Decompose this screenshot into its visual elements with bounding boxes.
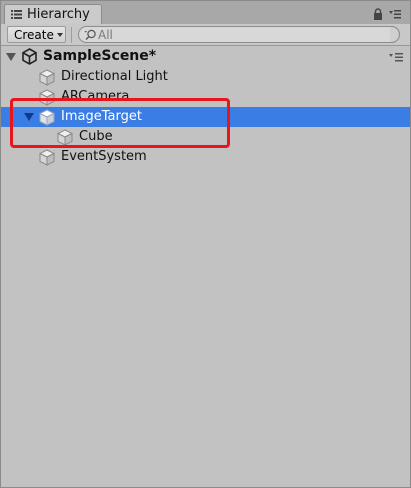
- tab-strip: Hierarchy: [1, 1, 410, 25]
- gameobject-cube-icon: [39, 149, 55, 166]
- lock-icon[interactable]: [373, 8, 383, 20]
- unity-logo-icon: [22, 48, 37, 65]
- toolbar-divider: [71, 27, 72, 43]
- hierarchy-toolbar: Create: [1, 24, 410, 46]
- hierarchy-item-label: Directional Light: [61, 69, 168, 84]
- expand-arrow-icon[interactable]: [6, 53, 16, 61]
- hierarchy-item-directional-light[interactable]: Directional Light: [1, 67, 410, 87]
- context-menu-icon[interactable]: [389, 53, 403, 62]
- list-icon: [11, 10, 22, 19]
- create-button-label: Create: [14, 28, 54, 42]
- context-menu-icon[interactable]: [389, 10, 401, 19]
- search-field[interactable]: [78, 26, 400, 43]
- hierarchy-item-eventsystem[interactable]: EventSystem: [1, 147, 410, 167]
- hierarchy-window: Hierarchy Create All SampleScene* Direct…: [0, 0, 411, 488]
- hierarchy-item-label: EventSystem: [61, 149, 147, 164]
- search-icon: [84, 29, 96, 40]
- search-input[interactable]: [98, 27, 388, 42]
- scene-row[interactable]: SampleScene*: [1, 45, 410, 67]
- scene-name: SampleScene*: [43, 48, 157, 64]
- tab-label: Hierarchy: [27, 7, 90, 22]
- tab-hierarchy[interactable]: Hierarchy: [4, 4, 102, 24]
- gameobject-cube-icon: [39, 69, 55, 86]
- create-button[interactable]: Create: [7, 26, 66, 43]
- dropdown-caret-icon: [57, 33, 63, 37]
- annotation-highlight-box: [10, 98, 230, 148]
- search-cancel-button[interactable]: [390, 26, 400, 43]
